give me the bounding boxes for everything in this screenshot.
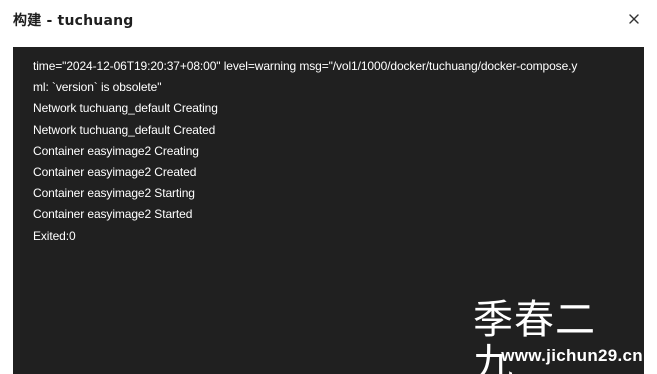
build-dialog: 构建 - tuchuang time="2024-12-06T19:20:37+… [0,0,657,374]
log-line: Container easyimage2 Created [33,165,197,180]
log-line: ml: `version` is obsolete" [33,80,162,95]
log-line: Container easyimage2 Started [33,207,193,222]
log-line: Exited:0 [33,228,76,243]
close-icon [629,14,639,24]
log-line: Network tuchuang_default Creating [33,101,218,116]
close-button[interactable] [625,10,643,28]
build-log-output[interactable]: time="2024-12-06T19:20:37+08:00" level=w… [13,47,644,374]
log-line: Container easyimage2 Creating [33,143,199,158]
log-line: time="2024-12-06T19:20:37+08:00" level=w… [33,59,578,73]
dialog-title: 构建 - tuchuang [13,13,134,29]
log-line: Network tuchuang_default Created [33,122,216,137]
log-line: Container easyimage2 Starting [33,186,195,201]
dialog-header: 构建 - tuchuang [0,0,657,40]
